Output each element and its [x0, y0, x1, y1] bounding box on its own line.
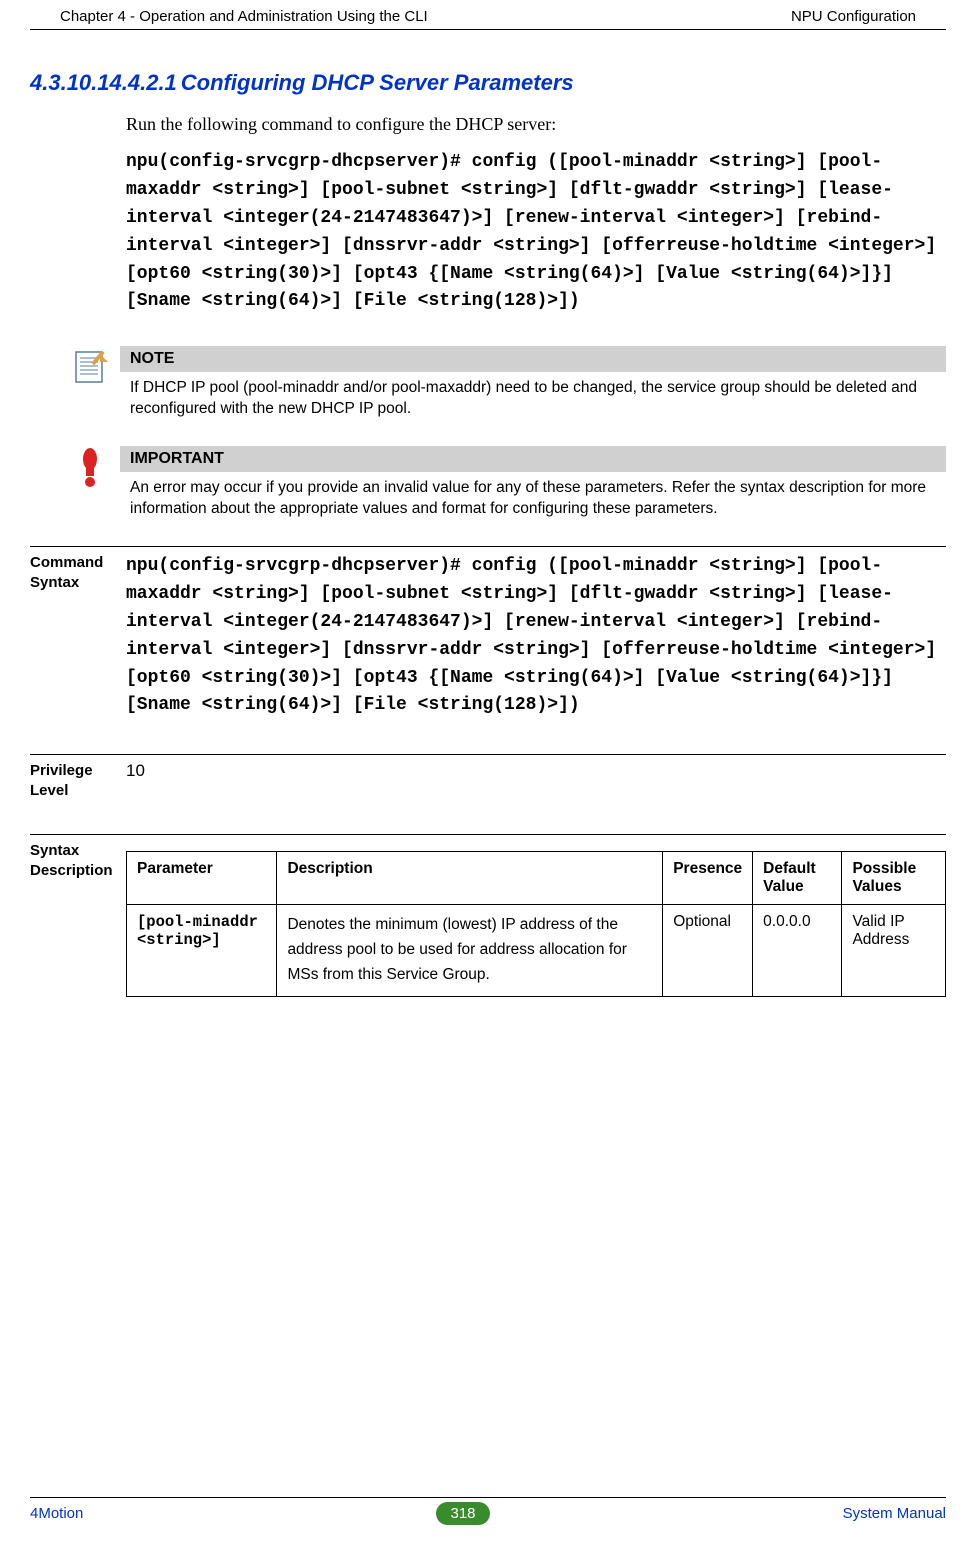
page-content: 4.3.10.14.4.2.1Configuring DHCP Server P…: [0, 30, 976, 997]
cell-description: Denotes the minimum (lowest) IP address …: [277, 905, 663, 996]
col-presence: Presence: [663, 852, 753, 905]
table-row: [pool-minaddr <string>] Denotes the mini…: [127, 905, 946, 996]
section-heading: 4.3.10.14.4.2.1Configuring DHCP Server P…: [30, 70, 946, 96]
cell-default: 0.0.0.0: [753, 905, 842, 996]
important-title: IMPORTANT: [120, 446, 946, 472]
footer-right: System Manual: [843, 1505, 946, 1522]
command-syntax-block: Command Syntax npu(config-srvcgrp-dhcpse…: [30, 546, 946, 720]
important-body: IMPORTANT An error may occur if you prov…: [120, 446, 946, 520]
cell-possible: Valid IP Address: [842, 905, 946, 996]
page-header: Chapter 4 - Operation and Administration…: [30, 0, 946, 30]
privilege-level-label: Privilege Level: [30, 761, 126, 800]
note-callout: NOTE If DHCP IP pool (pool-minaddr and/o…: [60, 346, 946, 420]
privilege-level-block: Privilege Level 10: [30, 754, 946, 800]
table-header-row: Parameter Description Presence Default V…: [127, 852, 946, 905]
command-code-block: npu(config-srvcgrp-dhcpserver)# config (…: [126, 149, 946, 316]
note-body: NOTE If DHCP IP pool (pool-minaddr and/o…: [120, 346, 946, 420]
document-page: Chapter 4 - Operation and Administration…: [0, 0, 976, 1545]
privilege-level-value: 10: [126, 761, 946, 800]
exclamation-icon: [79, 448, 101, 488]
command-syntax-label: Command Syntax: [30, 553, 126, 720]
important-callout: IMPORTANT An error may occur if you prov…: [60, 446, 946, 520]
syntax-table: Parameter Description Presence Default V…: [126, 851, 946, 996]
section-title: Configuring DHCP Server Parameters: [181, 70, 574, 95]
note-text: If DHCP IP pool (pool-minaddr and/or poo…: [120, 378, 946, 420]
cell-parameter: [pool-minaddr <string>]: [127, 905, 277, 996]
important-icon: [60, 446, 120, 488]
page-number-badge: 318: [436, 1502, 489, 1525]
intro-text: Run the following command to configure t…: [126, 114, 946, 135]
header-right: NPU Configuration: [791, 8, 916, 25]
page-footer: 4Motion 318 System Manual: [30, 1497, 946, 1525]
col-default: Default Value: [753, 852, 842, 905]
col-description: Description: [277, 852, 663, 905]
col-parameter: Parameter: [127, 852, 277, 905]
note-icon: [60, 346, 120, 388]
syntax-description-label: Syntax Description: [30, 841, 126, 996]
cell-presence: Optional: [663, 905, 753, 996]
notepad-icon: [70, 348, 110, 388]
command-syntax-code: npu(config-srvcgrp-dhcpserver)# config (…: [126, 553, 946, 720]
section-number: 4.3.10.14.4.2.1: [30, 70, 177, 95]
footer-left: 4Motion: [30, 1505, 83, 1522]
note-title: NOTE: [120, 346, 946, 372]
header-left: Chapter 4 - Operation and Administration…: [60, 8, 428, 25]
important-text: An error may occur if you provide an inv…: [120, 478, 946, 520]
syntax-description-content: Parameter Description Presence Default V…: [126, 841, 946, 996]
col-possible: Possible Values: [842, 852, 946, 905]
syntax-description-block: Syntax Description Parameter Description…: [30, 834, 946, 996]
